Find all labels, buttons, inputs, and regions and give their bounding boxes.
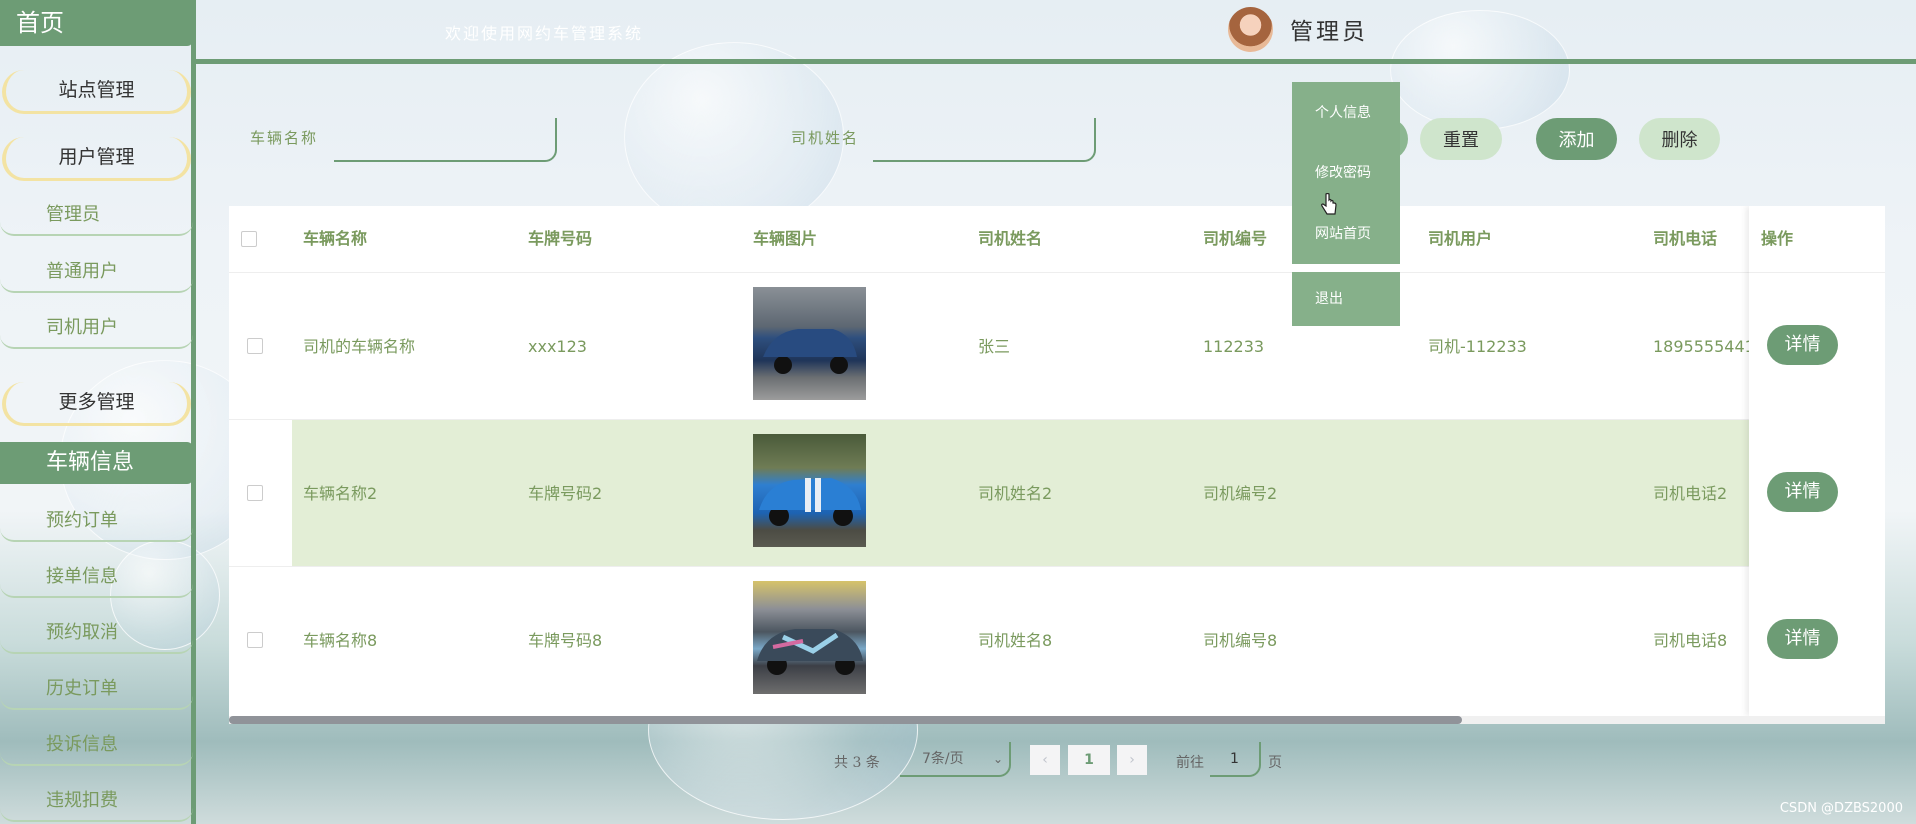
chevron-right-icon: › [1129,752,1135,768]
goto-label: 前往 [1176,755,1204,771]
operation-column: 操作 详情 详情 详情 [1749,206,1885,716]
avatar[interactable] [1228,7,1273,52]
column-header: 操作 [1761,229,1794,248]
vehicle-image [753,287,866,400]
menu-group-site[interactable]: 站点管理 [2,70,191,114]
welcome-text: 欢迎使用网约车管理系统 [445,24,644,43]
menu-group-users[interactable]: 用户管理 [2,137,191,181]
table-row[interactable]: 司机的车辆名称 xxx123 张三 112233 司机-112233 18955… [229,272,1885,419]
plate-cell: 车牌号码8 [528,631,603,650]
chevron-left-icon: ‹ [1042,752,1048,768]
menu-personal-info[interactable]: 个人信息 [1315,102,1371,122]
vehicle-image [753,434,866,547]
driver-phone-cell: 司机电话8 [1653,631,1728,650]
total-count: 共 3 条 [834,755,880,771]
column-header: 司机用户 [1428,229,1493,248]
menu-item-admin[interactable]: 管理员 [0,196,193,236]
row-checkbox[interactable] [247,338,263,354]
menu-home[interactable]: 首页 [0,0,193,46]
plate-cell: 车牌号码2 [528,484,603,503]
user-dropdown-menu: 个人信息 修改密码 网站首页 退出 [1292,82,1400,328]
vehicle-image [753,581,866,694]
menu-group-more[interactable]: 更多管理 [2,382,191,426]
menu-item-normal-user[interactable]: 普通用户 [0,253,193,293]
top-header: 欢迎使用网约车管理系统 管理员 [196,0,1916,64]
detail-button[interactable]: 详情 [1767,325,1838,365]
column-header: 车辆名称 [303,229,368,248]
select-all-checkbox[interactable] [241,231,257,247]
add-button[interactable]: 添加 [1536,118,1617,160]
driver-name-cell: 司机姓名8 [978,631,1053,650]
driver-name-cell: 司机姓名2 [978,484,1053,503]
menu-logout[interactable]: 退出 [1292,272,1400,326]
column-header: 司机电话 [1653,229,1718,248]
vehicle-name-cell: 司机的车辆名称 [303,337,416,356]
vehicle-name-input[interactable] [334,118,557,162]
menu-item-booking-orders[interactable]: 预约订单 [0,502,193,542]
menu-item-order-history[interactable]: 历史订单 [0,670,193,710]
column-header: 车牌号码 [528,229,593,248]
sidebar: 首页 站点管理 用户管理 管理员 普通用户 司机用户 更多管理 车辆信息 预约订… [0,0,196,824]
page-size-select[interactable]: 7条/页 ⌄ [900,742,1011,777]
table-row[interactable]: 车辆名称2 车牌号码2 司机姓名2 司机编号2 司机电话2 [229,419,1885,567]
username-label[interactable]: 管理员 [1290,12,1368,46]
prev-page-button[interactable]: ‹ [1030,745,1060,775]
table-row[interactable]: 车辆名称8 车牌号码8 司机姓名8 司机编号8 司机电话8 [229,566,1885,713]
vehicle-name-label: 车辆名称 [250,129,319,147]
plate-cell: xxx123 [528,337,587,356]
watermark: CSDN @DZBS2000 [1779,801,1903,816]
detail-button[interactable]: 详情 [1767,619,1838,659]
menu-item-driver-user[interactable]: 司机用户 [0,309,193,349]
driver-number-cell: 112233 [1203,337,1265,356]
menu-website-home[interactable]: 网站首页 [1315,223,1371,243]
goto-page-input[interactable]: 1 [1210,742,1261,777]
scrollbar-thumb[interactable] [229,716,1462,724]
page-size-value: 7条/页 [922,751,964,767]
driver-user-cell: 司机-112233 [1428,337,1527,356]
vehicle-name-cell: 车辆名称8 [303,631,378,650]
menu-item-booking-cancel[interactable]: 预约取消 [0,614,193,654]
driver-phone-cell: 司机电话2 [1653,484,1728,503]
vehicle-table: 车辆名称 车牌号码 车辆图片 司机姓名 司机编号 司机用户 司机电话 司机的车辆… [229,206,1885,716]
menu-item-accepted-orders[interactable]: 接单信息 [0,558,193,598]
chevron-down-icon: ⌄ [992,752,1003,766]
horizontal-scrollbar[interactable] [229,716,1885,724]
row-checkbox[interactable] [247,485,263,501]
column-header: 司机姓名 [978,229,1043,248]
column-header: 司机编号 [1203,229,1268,248]
dropdown-group: 个人信息 修改密码 网站首页 [1292,82,1400,264]
driver-number-cell: 司机编号8 [1203,631,1278,650]
vehicle-name-cell: 车辆名称2 [303,484,378,503]
menu-item-complaints[interactable]: 投诉信息 [0,726,193,766]
driver-name-input[interactable] [873,118,1096,162]
menu-change-password[interactable]: 修改密码 [1315,162,1371,182]
row-checkbox[interactable] [247,632,263,648]
page-unit-label: 页 [1268,755,1282,771]
driver-name-label: 司机姓名 [791,129,860,147]
menu-item-vehicle-info[interactable]: 车辆信息 [0,442,193,484]
next-page-button[interactable]: › [1117,745,1147,775]
reset-button[interactable]: 重置 [1420,118,1502,160]
column-header: 车辆图片 [753,229,818,248]
page-number-current[interactable]: 1 [1068,745,1110,775]
driver-number-cell: 司机编号2 [1203,484,1278,503]
detail-button[interactable]: 详情 [1767,472,1838,512]
hand-cursor-icon [1321,193,1337,215]
driver-name-cell: 张三 [978,337,1011,356]
delete-button[interactable]: 删除 [1639,118,1720,160]
menu-item-violation-fees[interactable]: 违规扣费 [0,782,193,822]
